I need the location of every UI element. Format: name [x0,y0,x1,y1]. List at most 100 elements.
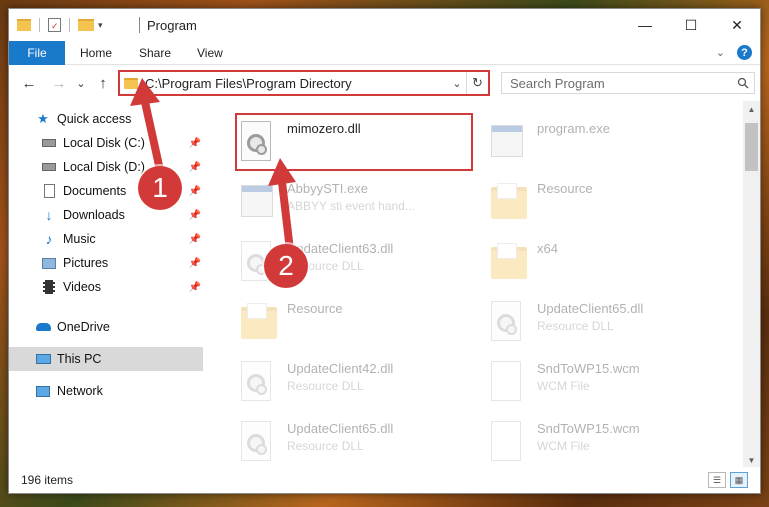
file-name: UpdateClient65.dll [287,421,394,436]
file-item-sndtowp15-wcm[interactable]: SndToWP15.wcm WCM File [487,355,727,411]
documents-icon [41,184,57,198]
file-item-abbyysti-exe[interactable]: AbbyySTI.exe ABBYY sti event hand... [237,175,477,231]
download-icon: ↓ [45,207,53,223]
file-item-updateclient65-dll[interactable]: UpdateClient65.dll Resource DLL [487,295,727,351]
star-icon: ★ [37,111,49,126]
dll-file-icon [241,121,279,165]
sidebar-item-label: Downloads [63,208,125,222]
pin-icon[interactable]: 📌 [189,282,201,293]
sidebar-item-label: Pictures [63,256,109,270]
file-item-updateclient42-dll[interactable]: UpdateClient42.dll Resource DLL [237,355,477,411]
navigation-bar: ← → ⌄ ↑ C:\Program Files\Program Directo… [9,65,760,101]
step-badge-1: 1 [138,166,182,210]
refresh-button[interactable]: ↻ [466,72,488,94]
scrollbar-thumb[interactable] [745,123,758,171]
pin-icon[interactable]: 📌 [189,234,201,245]
file-type: ABBYY sti event hand... [287,199,415,213]
dll-file-icon [241,361,279,405]
tiles-view-icon[interactable]: ▦ [730,472,748,488]
close-button[interactable]: ✕ [714,9,760,41]
sidebar-item-local-disk-c[interactable]: Local Disk (C:) 📌 [9,131,203,155]
file-name: UpdateClient65.dll [537,301,644,316]
file-name: program.exe [537,121,610,136]
pin-icon[interactable]: 📌 [189,210,201,221]
folder-icon [491,241,529,285]
chevron-down-icon[interactable]: ⌄ [448,77,466,90]
search-box[interactable]: Search Program [501,72,755,94]
folder-item-resource[interactable]: Resource [487,175,727,231]
minimize-button[interactable]: — [622,9,668,41]
sidebar-item-label: Network [57,384,103,398]
maximize-button[interactable]: ☐ [668,9,714,41]
back-button[interactable]: ← [19,73,39,93]
sidebar-item-label: This PC [57,352,102,366]
sidebar-item-pictures[interactable]: Pictures 📌 [9,251,203,275]
computer-icon [35,352,51,366]
help-button[interactable]: ? [737,45,752,60]
exe-file-icon [241,181,279,225]
blank-file-icon [491,361,529,405]
folder-icon[interactable] [17,19,31,31]
file-type: WCM File [537,439,590,453]
file-item-program-exe[interactable]: program.exe [487,115,727,171]
folder-item-resource[interactable]: Resource [237,295,477,351]
sidebar-item-this-pc[interactable]: This PC [9,347,203,371]
pictures-icon [41,256,57,270]
search-icon [732,77,754,89]
sidebar-item-quick-access[interactable]: ★ Quick access [9,107,203,131]
search-input[interactable]: Search Program [510,76,732,91]
address-path[interactable]: C:\Program Files\Program Directory [145,76,448,91]
drive-icon [41,160,57,174]
properties-icon[interactable]: ✓ [48,18,61,32]
forward-button[interactable]: → [49,73,69,93]
file-name: SndToWP15.wcm [537,361,640,376]
sidebar-item-label: Music [63,232,96,246]
tab-share[interactable]: Share [139,41,171,65]
title-divider [139,17,140,33]
file-type: WCM File [537,379,590,393]
cloud-icon [35,320,51,334]
title-bar: ✓ ▾ Program — ☐ ✕ [9,9,760,41]
pin-icon[interactable]: 📌 [189,186,201,197]
pin-icon[interactable]: 📌 [189,138,201,149]
blank-file-icon [491,421,529,465]
details-view-icon[interactable]: ☰ [708,472,726,488]
sidebar-item-onedrive[interactable]: OneDrive [9,315,203,339]
ribbon-tabs: File Home Share View ⌄ ? [9,41,760,65]
file-item-updateclient65-dll[interactable]: UpdateClient65.dll Resource DLL [237,415,477,469]
folder-icon [241,301,279,345]
sidebar-item-music[interactable]: ♪ Music 📌 [9,227,203,251]
sidebar-item-label: Local Disk (C:) [63,136,145,150]
sidebar-item-label: OneDrive [57,320,110,334]
tab-view[interactable]: View [197,41,223,65]
tab-file[interactable]: File [9,41,65,65]
window-title: Program [147,18,197,33]
address-bar[interactable]: C:\Program Files\Program Directory ⌄ ↻ [118,70,490,96]
drive-icon [41,136,57,150]
quick-access-toolbar: ✓ ▾ [17,16,103,34]
file-name: SndToWP15.wcm [537,421,640,436]
file-item-mimozero-dll[interactable]: mimozero.dll [237,115,477,171]
divider [39,18,40,32]
customize-chevron-icon[interactable]: ▾ [98,20,103,31]
recent-locations-button[interactable]: ⌄ [71,73,91,93]
pin-icon[interactable]: 📌 [189,258,201,269]
status-bar: 196 items ☰ ▦ [9,467,760,493]
pin-icon[interactable]: 📌 [189,162,201,173]
scroll-up-icon[interactable]: ▲ [743,101,760,118]
sidebar-item-downloads[interactable]: ↓ Downloads 📌 [9,203,203,227]
dll-file-icon [491,301,529,345]
tab-home[interactable]: Home [80,41,112,65]
sidebar-item-network[interactable]: Network [9,379,203,403]
new-folder-icon[interactable] [78,19,94,31]
folder-item-x64[interactable]: x64 [487,235,727,291]
up-button[interactable]: ↑ [93,73,113,93]
sidebar-item-videos[interactable]: Videos 📌 [9,275,203,299]
chevron-down-icon[interactable]: ⌄ [716,46,725,59]
music-icon: ♪ [45,231,53,247]
dll-file-icon [241,421,279,465]
ribbon-controls: ⌄ ? [716,45,752,60]
file-item-sndtowp15-wcm[interactable]: SndToWP15.wcm WCM File [487,415,727,469]
vertical-scrollbar[interactable]: ▲ ▼ [743,101,760,469]
step-badge-2: 2 [264,244,308,288]
